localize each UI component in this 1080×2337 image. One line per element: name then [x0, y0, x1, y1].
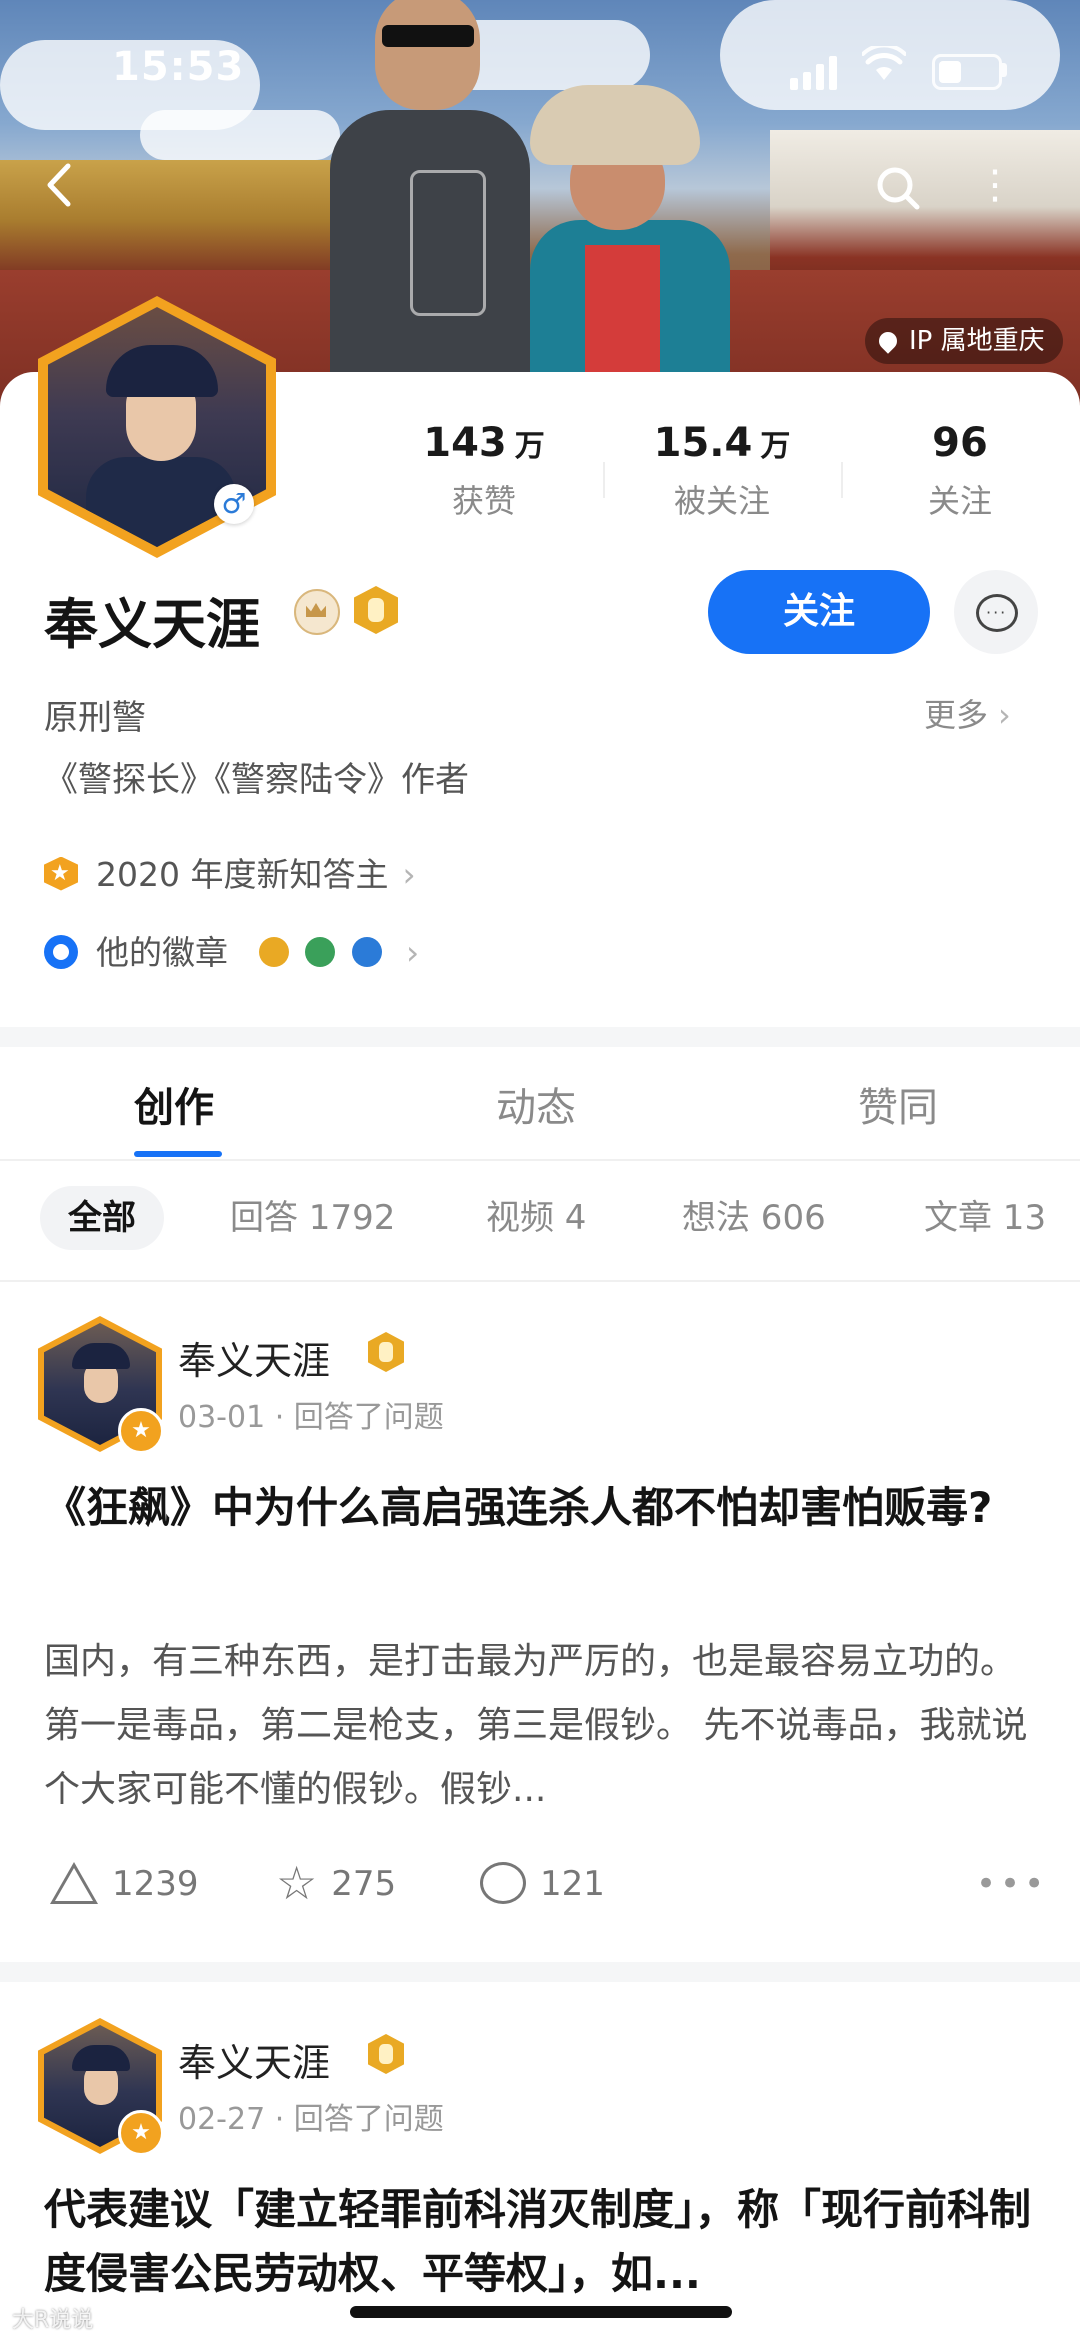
wifi-icon [861, 43, 907, 91]
stat-divider [841, 462, 843, 498]
upvote-count: 1239 [112, 1864, 199, 1904]
stat-followers[interactable]: 15.4 万 被关注 [622, 420, 822, 522]
stat-likes-label: 获赞 [451, 482, 516, 520]
battery-tip [1002, 63, 1007, 77]
upvote-button[interactable]: 1239 [50, 1854, 199, 1914]
content-tabs: 创作 动态 赞同 [0, 1047, 1080, 1161]
favorite-button[interactable]: ☆ 275 [276, 1854, 396, 1914]
stat-followers-label: 被关注 [673, 482, 770, 520]
stat-likes[interactable]: 143 万 获赞 [384, 420, 584, 522]
ip-location-badge: IP 属地重庆 [865, 318, 1063, 364]
badges-row[interactable]: 他的徽章 › [44, 928, 419, 978]
star-badge-icon: ★ [118, 1408, 164, 1454]
badge-ribbon-icon [44, 934, 78, 969]
favorite-count: 275 [331, 1864, 397, 1904]
bio-line-2: 《警探长》《警察陆令》作者 [44, 760, 469, 800]
star-icon: ☆ [276, 1855, 318, 1910]
filter-articles[interactable]: 文章 13 [924, 1186, 1046, 1250]
more-profile-link[interactable]: 更多 › [924, 690, 1011, 736]
status-bar: 15:53 [0, 0, 1080, 130]
back-button[interactable] [38, 160, 82, 207]
feed-author-avatar[interactable]: ★ [38, 1316, 164, 1454]
chevron-right-icon: › [402, 855, 416, 894]
stat-followers-value: 15.4 [653, 420, 753, 466]
feed-actions: 1239 ☆ 275 121 ••• [44, 1854, 1044, 1914]
feed-author-name[interactable]: 奉义天涯 [178, 1330, 330, 1385]
search-icon[interactable] [875, 165, 921, 211]
profile-name: 奉义天涯 [44, 593, 260, 656]
chevron-right-icon: › [406, 933, 420, 972]
more-options-icon[interactable]: ••• [976, 1854, 1048, 1914]
stat-likes-value: 143 [423, 420, 507, 466]
feed-meta: 03-01 · 回答了问题 [178, 1400, 444, 1435]
more-options-icon[interactable]: ⋮ [975, 165, 1015, 205]
filter-videos[interactable]: 视频 4 [486, 1186, 586, 1250]
feed-divider [0, 1962, 1080, 1982]
follow-button[interactable]: 关注 [708, 570, 930, 654]
mini-badge-green-icon [305, 936, 335, 967]
feed-author-name[interactable]: 奉义天涯 [178, 2032, 330, 2087]
bio-line-1: 原刑警 [44, 698, 146, 738]
home-indicator[interactable] [350, 2306, 732, 2318]
mini-badge-medal-icon [258, 936, 289, 967]
honor-row[interactable]: 2020 年度新知答主 › [44, 850, 416, 900]
badges-label: 他的徽章 [96, 933, 228, 972]
filter-thoughts[interactable]: 想法 606 [682, 1186, 826, 1250]
tab-upvoted[interactable]: 赞同 [858, 1075, 938, 1133]
stat-following-value: 96 [932, 420, 988, 466]
more-profile-label: 更多 [924, 696, 989, 734]
stat-divider [603, 462, 605, 498]
medal-badge-icon [368, 2034, 404, 2074]
status-time: 15:53 [112, 44, 245, 90]
feed-item[interactable]: ★ 奉义天涯 03-01 · 回答了问题 《狂飙》中为什么高启强连杀人都不怕却害… [0, 1282, 1080, 1960]
chevron-right-icon: › [998, 696, 1011, 734]
honor-label: 2020 年度新知答主 [96, 855, 389, 894]
crown-badge-icon[interactable] [294, 589, 340, 635]
location-pin-icon [875, 328, 901, 354]
upvote-icon [50, 1861, 98, 1904]
stat-likes-unit: 万 [514, 429, 545, 464]
watermark: 大R说说 [12, 2308, 94, 2333]
honor-star-icon [44, 856, 78, 891]
filter-chips: 全部 回答 1792 视频 4 想法 606 文章 13 [0, 1160, 1080, 1282]
medal-badge-icon [368, 1332, 404, 1372]
comment-count: 121 [540, 1864, 605, 1904]
active-tab-indicator [134, 1151, 222, 1157]
comment-button[interactable]: 121 [480, 1854, 605, 1914]
feed-title[interactable]: 《狂飙》中为什么高启强连杀人都不怕却害怕贩毒? [44, 1476, 1034, 1540]
stat-following-label: 关注 [927, 482, 992, 520]
section-divider [0, 1027, 1080, 1047]
signal-icon [790, 54, 844, 90]
mini-badge-blue-icon [351, 936, 382, 967]
gender-male-icon: ♂ [214, 484, 254, 524]
star-badge-icon: ★ [118, 2110, 164, 2156]
feed-meta: 02-27 · 回答了问题 [178, 2102, 444, 2137]
feed-excerpt[interactable]: 国内，有三种东西，是打击最为严厉的，也是最容易立功的。 第一是毒品，第二是枪支，… [44, 1630, 1034, 1822]
filter-all[interactable]: 全部 [40, 1186, 164, 1250]
battery-icon [932, 54, 1002, 90]
tab-activity[interactable]: 动态 [496, 1075, 576, 1133]
filter-answers[interactable]: 回答 1792 [230, 1186, 395, 1250]
ip-location-text: IP 属地重庆 [909, 326, 1045, 356]
feed-item[interactable]: ★ 奉义天涯 02-27 · 回答了问题 代表建议「建立轻罪前科消灭制度」，称「… [0, 1982, 1080, 2337]
message-button[interactable]: ··· [954, 570, 1038, 654]
comment-icon [480, 1861, 526, 1904]
stat-followers-unit: 万 [760, 429, 791, 464]
tab-creations[interactable]: 创作 [134, 1075, 214, 1133]
chat-dots: ··· [986, 603, 1008, 622]
feed-author-avatar[interactable]: ★ [38, 2018, 164, 2156]
feed-title[interactable]: 代表建议「建立轻罪前科消灭制度」，称「现行前科制度侵害公民劳动权、平等权」，如.… [44, 2178, 1034, 2306]
stat-following[interactable]: 96 关注 [860, 420, 1060, 522]
